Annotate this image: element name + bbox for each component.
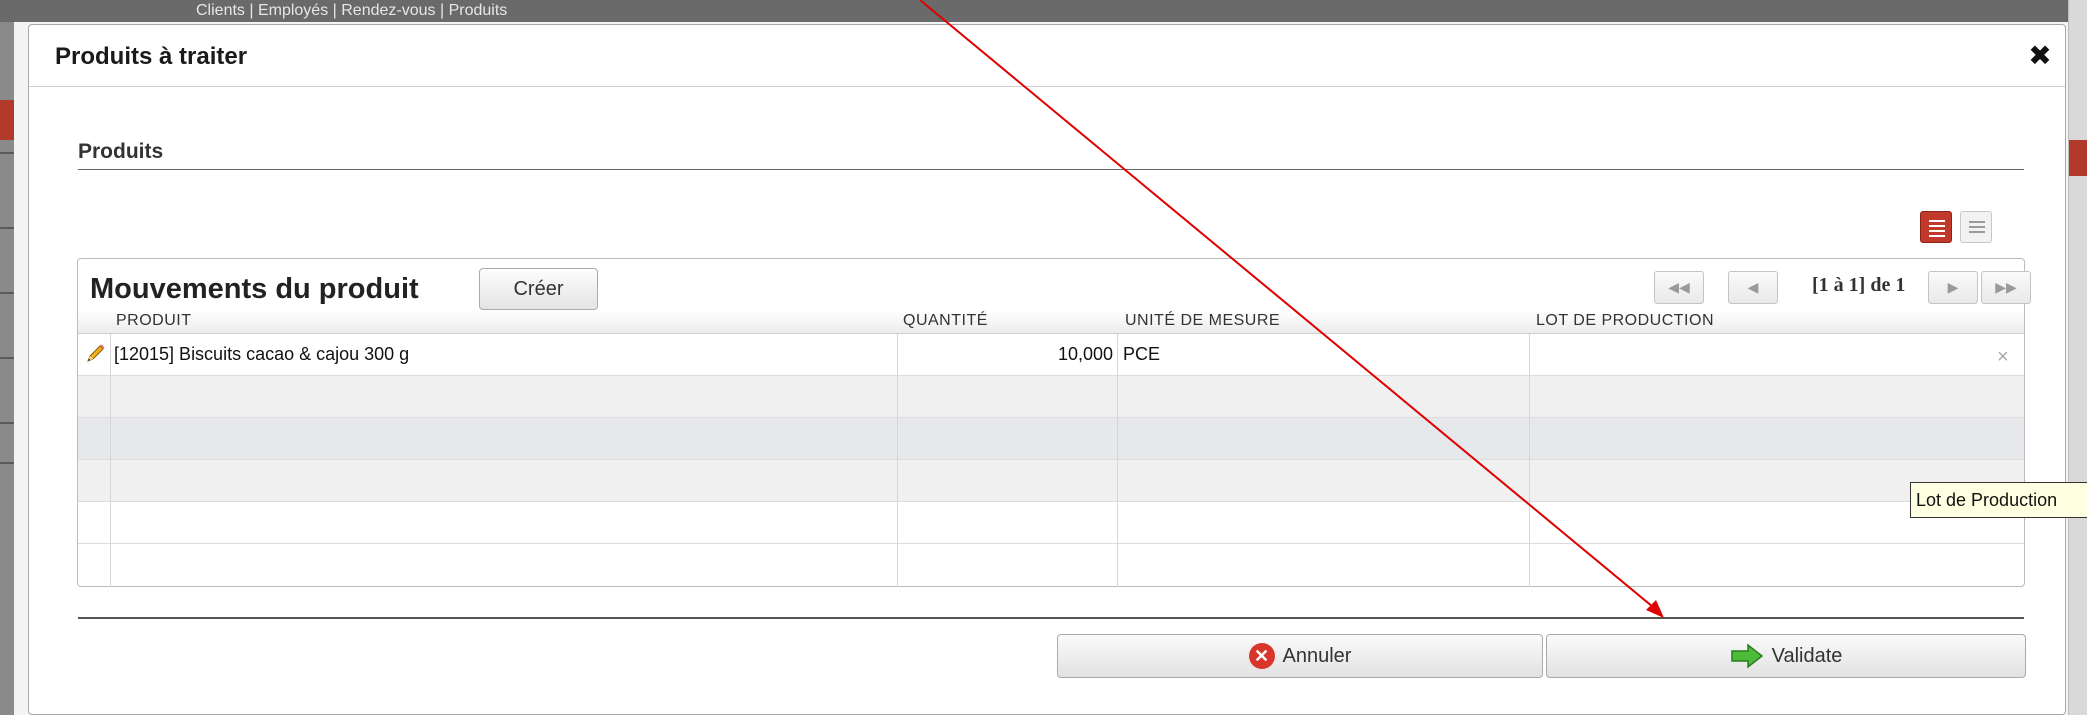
cancel-button-label: Annuler [1282,644,1352,667]
background-left-bar [0,22,14,715]
validate-button[interactable]: Validate [1546,634,2026,678]
close-icon[interactable]: ✖ [2027,42,2053,70]
background-left-mark [0,152,14,154]
next-page-icon[interactable]: ▶ [1928,271,1978,304]
column-divider [1117,334,1118,587]
cell-unit[interactable]: PCE [1123,344,1160,365]
background-right-red-tab [2069,140,2087,176]
product-movements-grid: Mouvements du produit Créer ◀◀ ◀ [1 à 1]… [77,258,2031,587]
section-divider [78,169,2024,170]
empty-row [78,502,2024,544]
dialog-title: Produits à traiter [55,43,248,70]
table-row[interactable]: [12015] Biscuits cacao & cajou 300 g 10,… [78,334,2024,376]
pencil-icon[interactable] [84,343,106,365]
empty-row [78,376,2024,418]
background-left-mark [0,422,14,424]
cancel-icon: ✕ [1248,643,1275,669]
background-left-mark [0,292,14,294]
cancel-button[interactable]: ✕ Annuler [1057,634,1543,678]
column-divider [1529,334,1530,587]
column-header-unit[interactable]: UNITÉ DE MESURE [1125,310,1280,334]
column-divider [110,334,111,587]
column-header-product[interactable]: PRODUIT [116,310,192,334]
list-view-icon[interactable] [1920,211,1952,243]
column-header-lot[interactable]: LOT DE PRODUCTION [1536,310,1714,334]
grid-title: Mouvements du produit [90,273,419,305]
cell-quantity[interactable]: 10,000 [898,344,1113,365]
last-page-icon[interactable]: ▶▶ [1981,271,2031,304]
section-title: Produits [78,140,164,163]
lot-tooltip: Lot de Production [1910,482,2087,518]
background-left-mark [0,462,14,464]
empty-row [78,418,2024,460]
arrow-right-icon [1730,643,1763,669]
background-top-bar-text: Clients | Employés | Rendez-vous | Produ… [196,2,508,19]
products-dialog: Produits à traiter ✖ Produits Mouvements… [28,24,2066,715]
first-page-icon[interactable]: ◀◀ [1654,271,1704,304]
column-divider [897,334,898,587]
remove-row-icon[interactable]: × [1997,346,2009,369]
column-header-row [78,310,2024,334]
validate-button-label: Validate [1771,644,1843,667]
background-red-tab [0,100,14,140]
footer-divider [78,617,2024,619]
empty-row [78,460,2024,502]
background-right-bar [2068,0,2087,715]
cell-product[interactable]: [12015] Biscuits cacao & cajou 300 g [114,344,409,365]
pager-status: [1 à 1] de 1 [1812,274,1906,296]
background-top-bar: Clients | Employés | Rendez-vous | Produ… [0,0,2087,22]
background-left-mark [0,227,14,229]
background-left-mark [0,357,14,359]
previous-page-icon[interactable]: ◀ [1728,271,1778,304]
grid-view-icon[interactable] [1960,211,1992,243]
create-button[interactable]: Créer [479,268,598,310]
dialog-header: Produits à traiter ✖ [29,25,2065,87]
column-header-quantity[interactable]: QUANTITÉ [903,310,988,334]
